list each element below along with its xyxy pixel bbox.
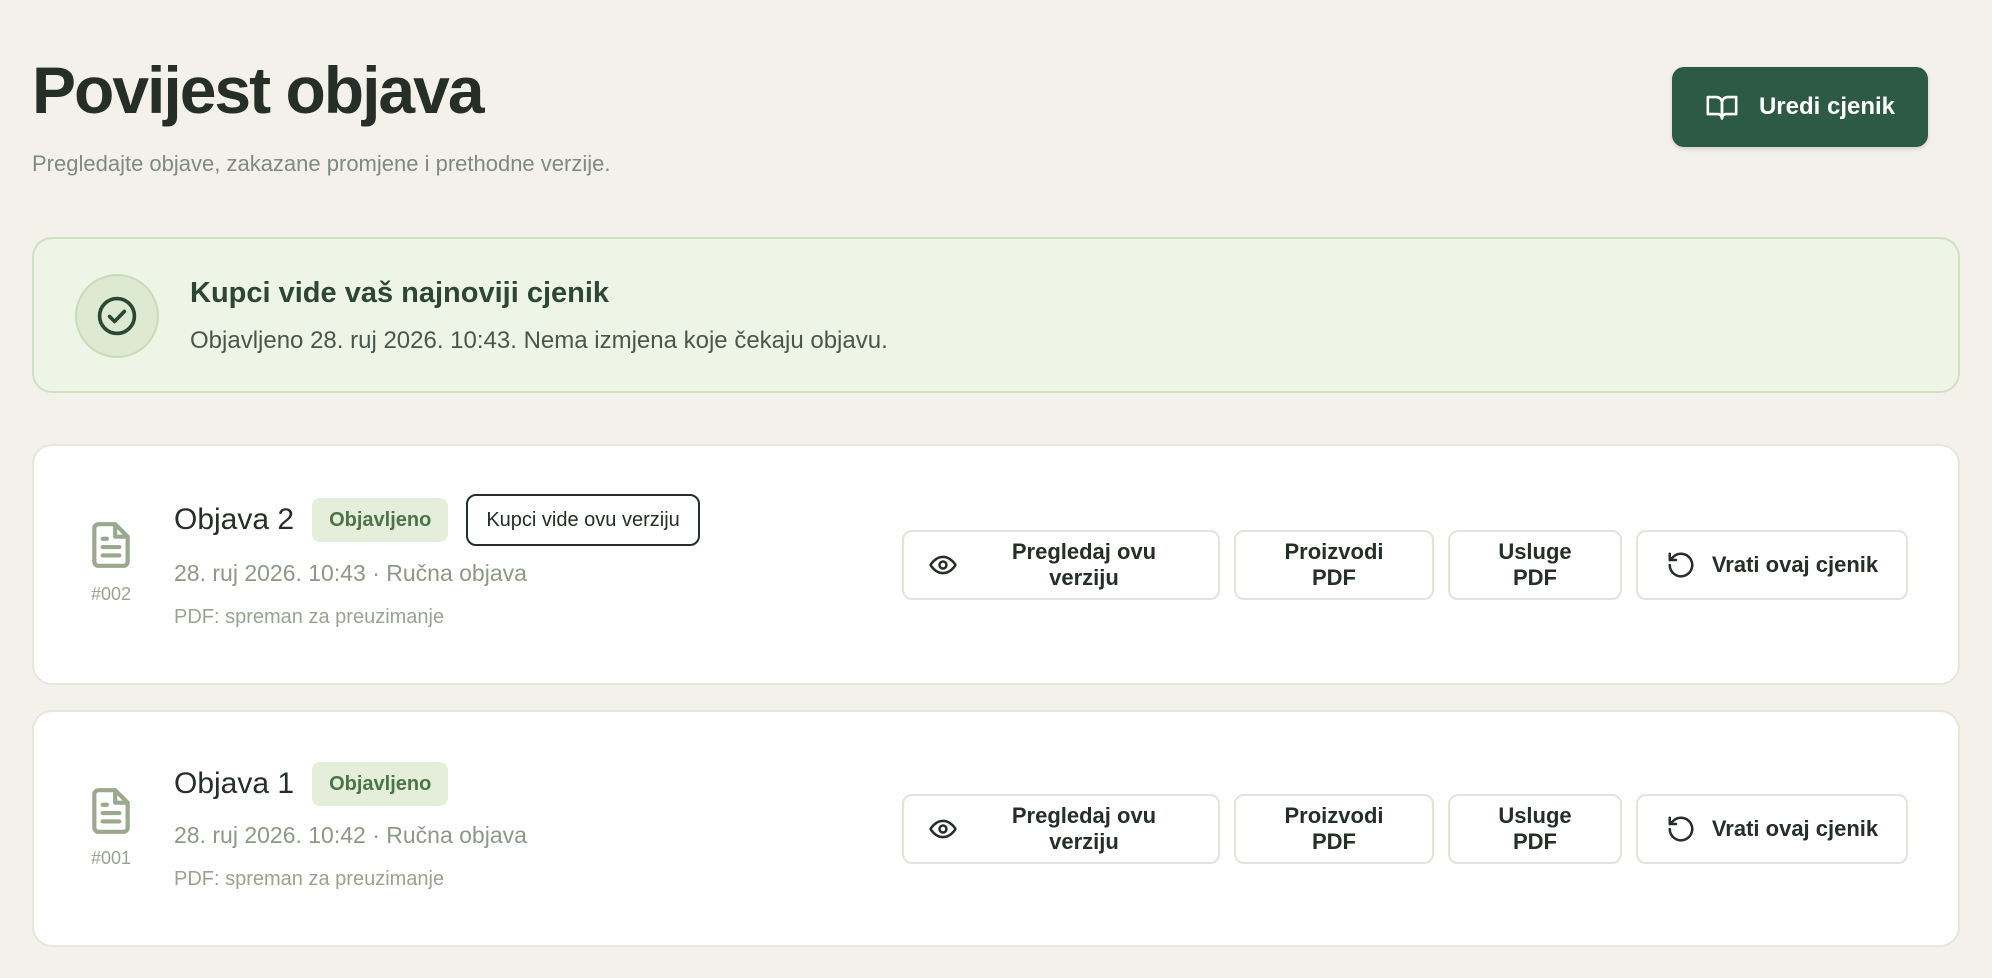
preview-version-button[interactable]: Pregledaj ovu verziju (902, 530, 1220, 600)
restore-icon (1668, 816, 1694, 842)
services-pdf-button[interactable]: Usluge PDF (1448, 794, 1622, 864)
publication-title: Objava 2 (174, 503, 295, 536)
check-circle-icon (97, 296, 137, 336)
publication-actions: Pregledaj ovu verziju Proizvodi PDF Uslu… (902, 530, 1908, 600)
restore-pricelist-label: Vrati ovaj cjenik (1711, 816, 1879, 841)
services-pdf-label: Usluge PDF (1498, 803, 1572, 854)
publication-title: Objava 1 (174, 767, 295, 800)
publication-number: #002 (90, 584, 132, 604)
status-badge: Objavljeno (312, 762, 449, 806)
document-icon (86, 786, 136, 836)
products-pdf-button[interactable]: Proizvodi PDF (1234, 794, 1434, 864)
edit-pricelist-button[interactable]: Uredi cjenik (1672, 67, 1928, 147)
book-icon (1706, 95, 1738, 120)
products-pdf-label: Proizvodi PDF (1284, 803, 1384, 854)
products-pdf-button[interactable]: Proizvodi PDF (1234, 530, 1434, 600)
publication-meta: 28. ruj 2026. 10:43 · Ručna objava (174, 560, 527, 586)
preview-version-label: Pregledaj ovu verziju (1011, 539, 1157, 590)
pdf-status: PDF: spreman za preuzimanje (174, 606, 445, 628)
products-pdf-label: Proizvodi PDF (1284, 539, 1384, 590)
edit-pricelist-label: Uredi cjenik (1758, 93, 1896, 120)
restore-pricelist-label: Vrati ovaj cjenik (1711, 552, 1879, 577)
restore-pricelist-button[interactable]: Vrati ovaj cjenik (1636, 530, 1908, 600)
publication-card: #001 Objava 1 Objavljeno 28. ruj 2026. 1… (32, 710, 1960, 947)
preview-version-button[interactable]: Pregledaj ovu verziju (902, 794, 1220, 864)
page-title: Povijest objava (32, 53, 485, 127)
eye-icon (929, 819, 957, 839)
page-header: Povijest objava Pregledajte objave, zaka… (32, 0, 1960, 200)
page-subtitle: Pregledajte objave, zakazane promjene i … (32, 151, 611, 176)
preview-version-label: Pregledaj ovu verziju (1011, 803, 1157, 854)
status-badge: Objavljeno (312, 498, 449, 542)
notice-icon-wrapper (75, 274, 159, 358)
publish-status-notice: Kupci vide vaš najnoviji cjenik Objavlje… (32, 237, 1960, 393)
current-version-badge: Kupci vide ovu verziju (466, 494, 700, 546)
notice-title: Kupci vide vaš najnoviji cjenik (190, 277, 610, 309)
publication-history-page: Povijest objava Pregledajte objave, zaka… (0, 0, 1992, 978)
publication-title-row: Objava 2 Objavljeno Kupci vide ovu verzi… (174, 494, 700, 546)
publication-title-row: Objava 1 Objavljeno (174, 762, 449, 806)
restore-pricelist-button[interactable]: Vrati ovaj cjenik (1636, 794, 1908, 864)
notice-text: Objavljeno 28. ruj 2026. 10:43. Nema izm… (190, 327, 888, 354)
services-pdf-label: Usluge PDF (1498, 539, 1572, 590)
publication-card: #002 Objava 2 Objavljeno Kupci vide ovu … (32, 444, 1960, 685)
services-pdf-button[interactable]: Usluge PDF (1448, 530, 1622, 600)
pdf-status: PDF: spreman za preuzimanje (174, 868, 445, 890)
publication-actions: Pregledaj ovu verziju Proizvodi PDF Uslu… (902, 794, 1908, 864)
document-icon (86, 520, 136, 570)
restore-icon (1668, 552, 1694, 578)
publication-number: #001 (90, 848, 132, 868)
publication-meta: 28. ruj 2026. 10:42 · Ručna objava (174, 822, 527, 848)
eye-icon (929, 555, 957, 575)
